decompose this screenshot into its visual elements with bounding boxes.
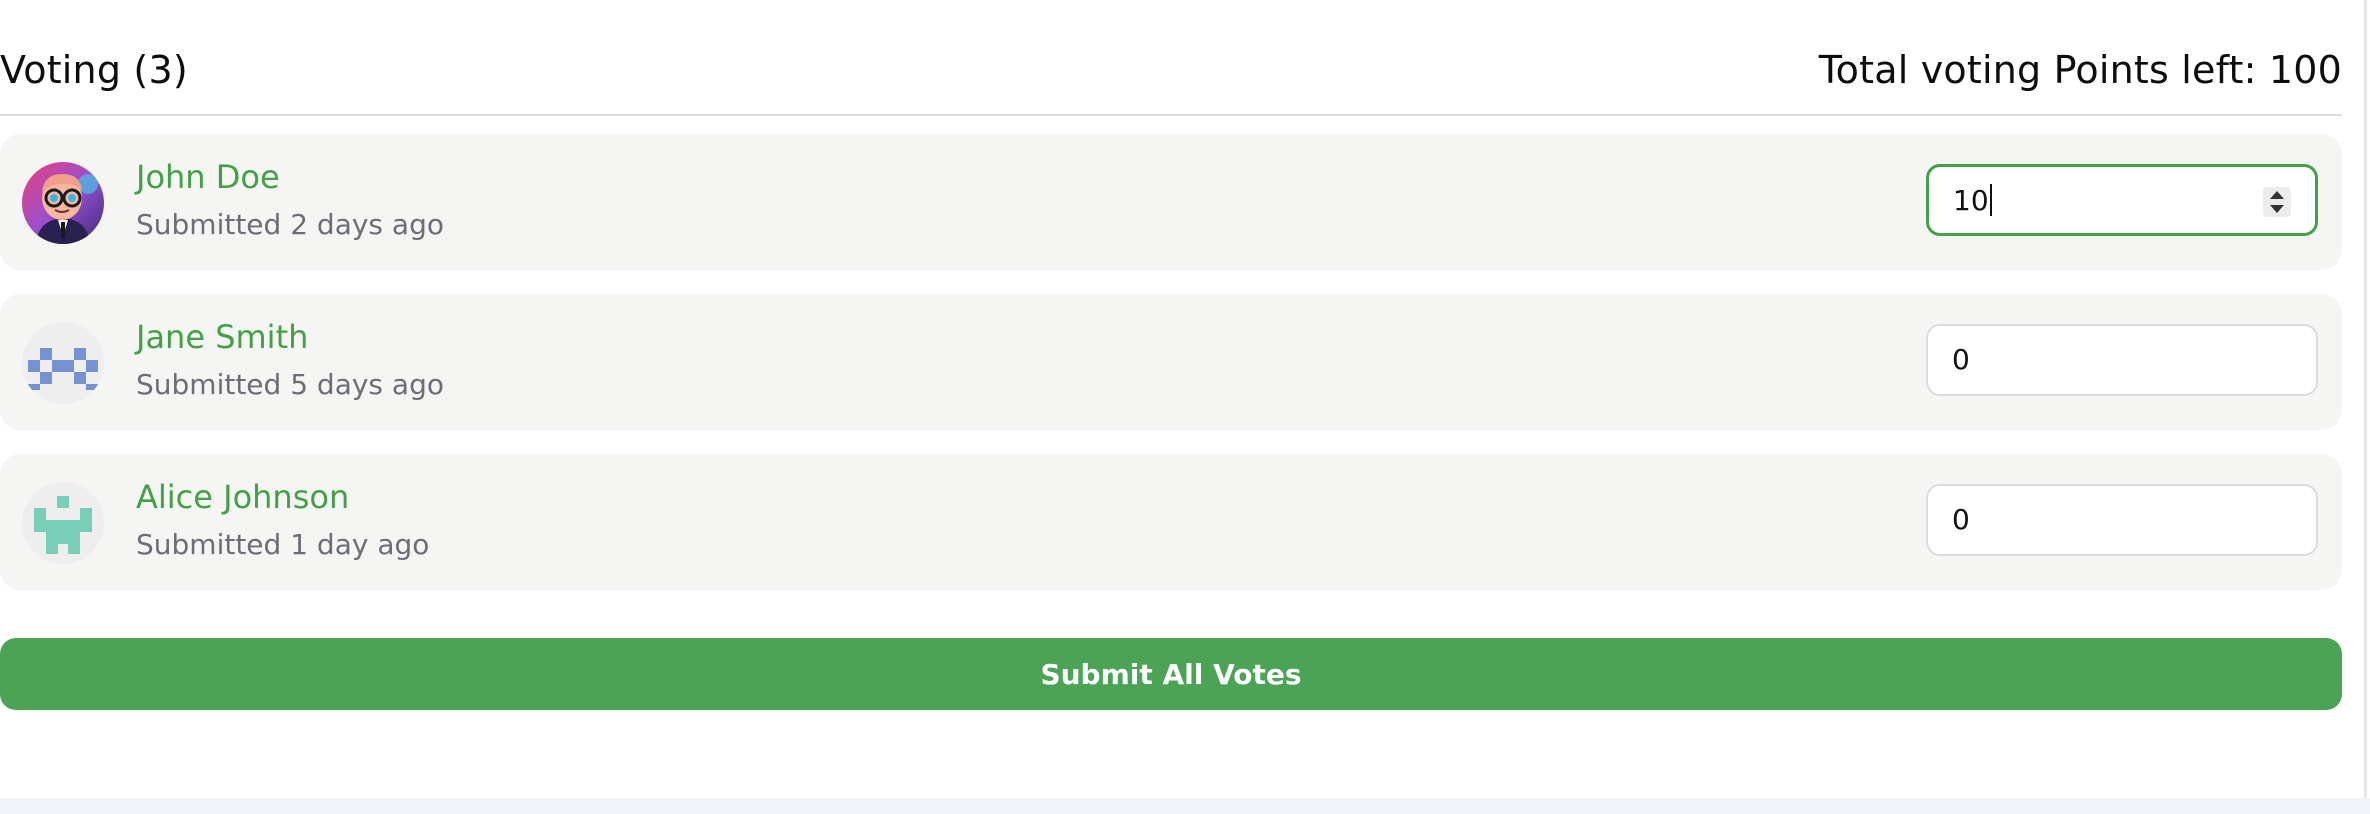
identicon-teal-icon xyxy=(22,482,104,564)
submission-card: Alice Johnson Submitted 1 day ago 0 xyxy=(0,454,2342,590)
submitted-time: Submitted 5 days ago xyxy=(136,368,444,401)
page-footer-strip xyxy=(0,798,2370,814)
vote-points-value: 10 xyxy=(1953,184,1989,217)
stepper-down-icon[interactable] xyxy=(2270,205,2284,213)
avatar xyxy=(22,162,104,244)
voting-title: Voting (3) xyxy=(0,48,188,92)
submitted-time: Submitted 2 days ago xyxy=(136,208,444,241)
avatar xyxy=(22,482,104,564)
vote-points-input[interactable]: 0 xyxy=(1926,324,2318,396)
submission-card: John Doe Submitted 2 days ago 10 xyxy=(0,134,2342,270)
cartoon-avatar-icon xyxy=(22,162,104,244)
voting-header: Voting (3) Total voting Points left: 100 xyxy=(0,40,2342,100)
submission-card: Jane Smith Submitted 5 days ago 0 xyxy=(0,294,2342,430)
avatar xyxy=(22,322,104,404)
stepper-up-icon[interactable] xyxy=(2270,191,2284,199)
header-divider xyxy=(0,114,2342,116)
submitter-name[interactable]: Jane Smith xyxy=(136,318,308,356)
identicon-blue-icon xyxy=(22,322,104,404)
submitter-name[interactable]: John Doe xyxy=(136,158,280,196)
scrollbar-track[interactable] xyxy=(2364,0,2367,798)
submit-all-votes-button[interactable]: Submit All Votes xyxy=(0,638,2342,710)
vote-points-input[interactable]: 0 xyxy=(1926,484,2318,556)
voting-page: Voting (3) Total voting Points left: 100 xyxy=(0,0,2370,814)
submitter-name[interactable]: Alice Johnson xyxy=(136,478,349,516)
vote-points-input[interactable]: 10 xyxy=(1926,164,2318,236)
vote-points-value: 0 xyxy=(1952,503,1970,536)
text-caret xyxy=(1989,184,1992,216)
submitted-time: Submitted 1 day ago xyxy=(136,528,430,561)
number-stepper[interactable] xyxy=(2263,187,2291,217)
points-left: Total voting Points left: 100 xyxy=(1818,48,2342,92)
vote-points-value: 0 xyxy=(1952,343,1970,376)
